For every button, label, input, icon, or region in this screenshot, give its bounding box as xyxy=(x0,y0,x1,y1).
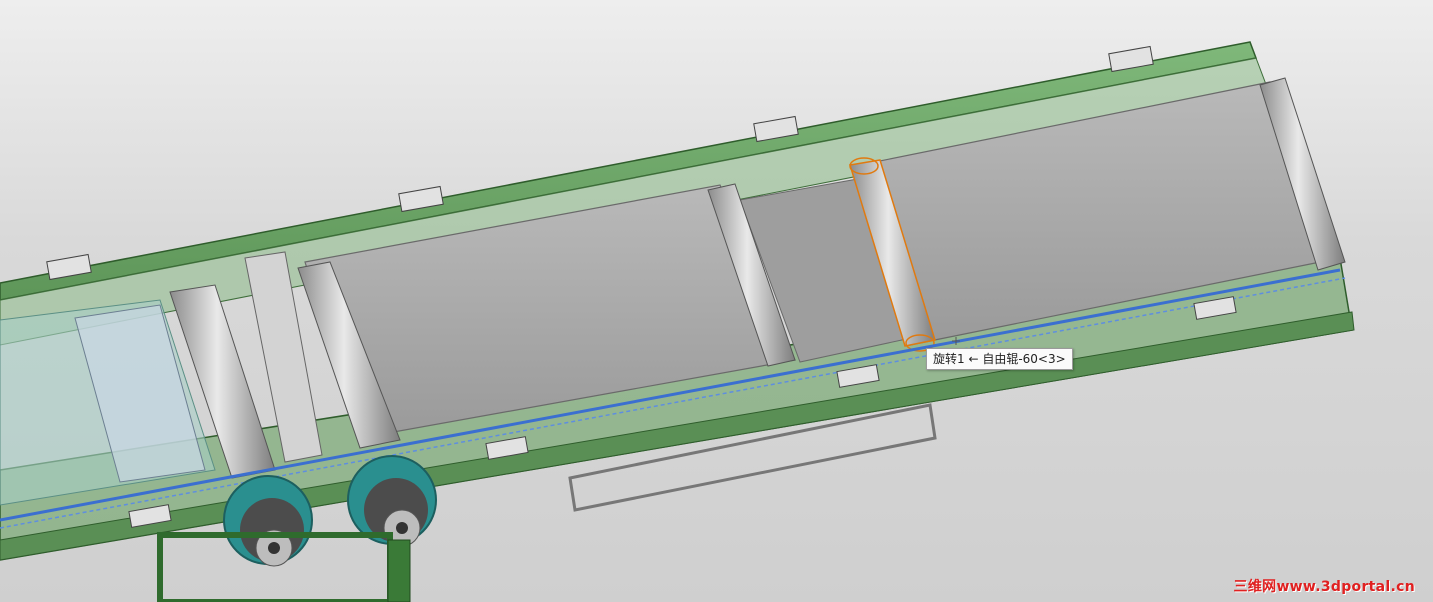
feature-tooltip: 旋转1 ← 自由辊-60<3> xyxy=(926,348,1073,370)
support-leg-post xyxy=(387,539,411,602)
cad-viewport[interactable] xyxy=(0,0,1433,602)
watermark-text: 三维网www.3dportal.cn xyxy=(1233,579,1415,595)
conveyor-model-drawing[interactable] xyxy=(0,0,1433,602)
drive-pulley-left xyxy=(223,475,313,567)
